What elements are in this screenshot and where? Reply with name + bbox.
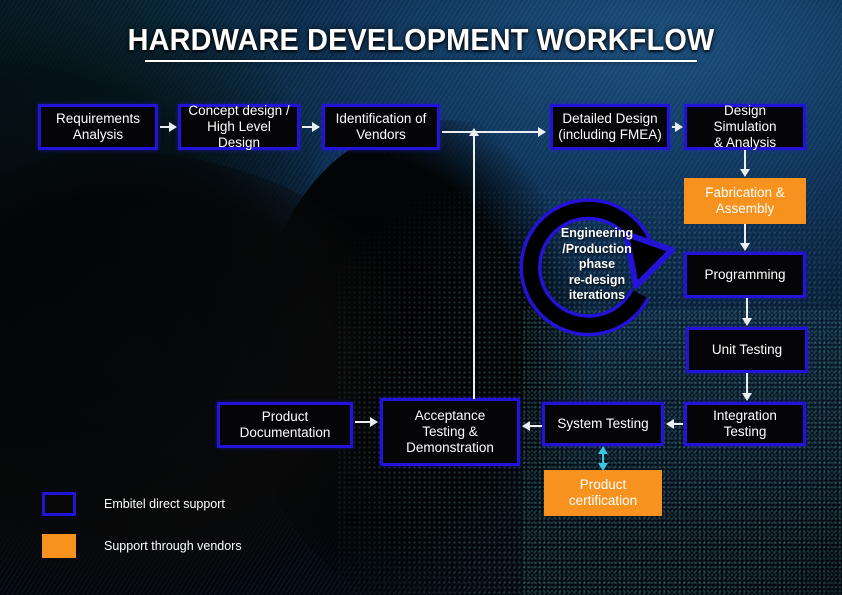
connector-line [746,373,748,395]
node-label: System Testing [557,416,649,431]
connector-line [744,224,746,245]
node-label: Product certification [568,477,638,508]
node-product-documentation[interactable]: Product Documentation [217,402,353,448]
arrowhead-right-icon [370,417,378,427]
node-label: Product Documentation [239,409,331,440]
connector-line [442,131,539,133]
arrowhead-down-icon [740,243,750,251]
arrowhead-right-icon [169,122,177,132]
page-title-underline [145,60,697,62]
node-requirements-analysis[interactable]: Requirements Analysis [38,104,158,150]
arrowhead-left-icon [522,421,530,431]
node-system-testing[interactable]: System Testing [542,402,664,446]
arrowhead-down-icon [740,169,750,177]
legend-swatch-orange-icon [42,534,76,558]
legend-label: Support through vendors [104,539,242,553]
node-programming[interactable]: Programming [684,252,806,298]
workflow-diagram: HARDWARE DEVELOPMENT WORKFLOW Requiremen… [0,0,842,595]
connector-line [528,425,542,427]
connector-line [744,150,746,171]
node-label: Acceptance Testing & Demonstration [406,408,494,455]
node-label: Concept design / High Level Design [188,103,290,150]
connector-line [746,298,748,320]
node-label: Unit Testing [711,342,783,357]
arrowhead-down-icon [742,393,752,401]
node-label: Identification of Vendors [335,111,427,142]
connector-line-feedback [473,136,475,399]
arrowhead-down-icon [598,463,608,471]
node-label: Detailed Design (including FMEA) [558,111,662,142]
arrowhead-right-icon [675,122,683,132]
node-label: Integration Testing [713,408,777,439]
arrowhead-down-icon [742,318,752,326]
redesign-cycle-graphic: Engineering/Production phase re-design iter… [512,198,682,346]
legend-swatch-blue-icon [42,492,76,516]
node-label: Requirements Analysis [55,111,141,142]
arrowhead-up-icon [469,128,479,136]
node-concept-design[interactable]: Concept design / High Level Design [178,103,300,150]
arrowhead-right-icon [312,122,320,132]
node-label: Programming [704,267,786,282]
node-design-simulation[interactable]: Design Simulation & Analysis [684,103,806,150]
node-label: Design Simulation & Analysis [713,103,777,150]
node-identification-of-vendors[interactable]: Identification of Vendors [322,104,440,150]
legend-item-support-through-vendors: Support through vendors [42,534,242,558]
node-fabrication-assembly[interactable]: Fabrication & Assembly [684,178,806,224]
page-title: HARDWARE DEVELOPMENT WORKFLOW [127,22,715,57]
node-unit-testing[interactable]: Unit Testing [686,327,808,373]
node-integration-testing[interactable]: Integration Testing [684,402,806,446]
redesign-cycle-label: Engineering/Production phase re-design iter… [560,226,634,302]
node-label: Fabrication & Assembly [705,185,785,216]
node-acceptance-testing[interactable]: Acceptance Testing & Demonstration [380,398,520,466]
legend-label: Embitel direct support [104,497,225,511]
arrowhead-up-icon [598,446,608,454]
node-detailed-design[interactable]: Detailed Design (including FMEA) [550,104,670,150]
arrowhead-left-icon [666,419,674,429]
arrowhead-right-icon [538,127,546,137]
node-product-certification[interactable]: Product certification [544,470,662,516]
legend-item-embitel-direct-support: Embitel direct support [42,492,225,516]
